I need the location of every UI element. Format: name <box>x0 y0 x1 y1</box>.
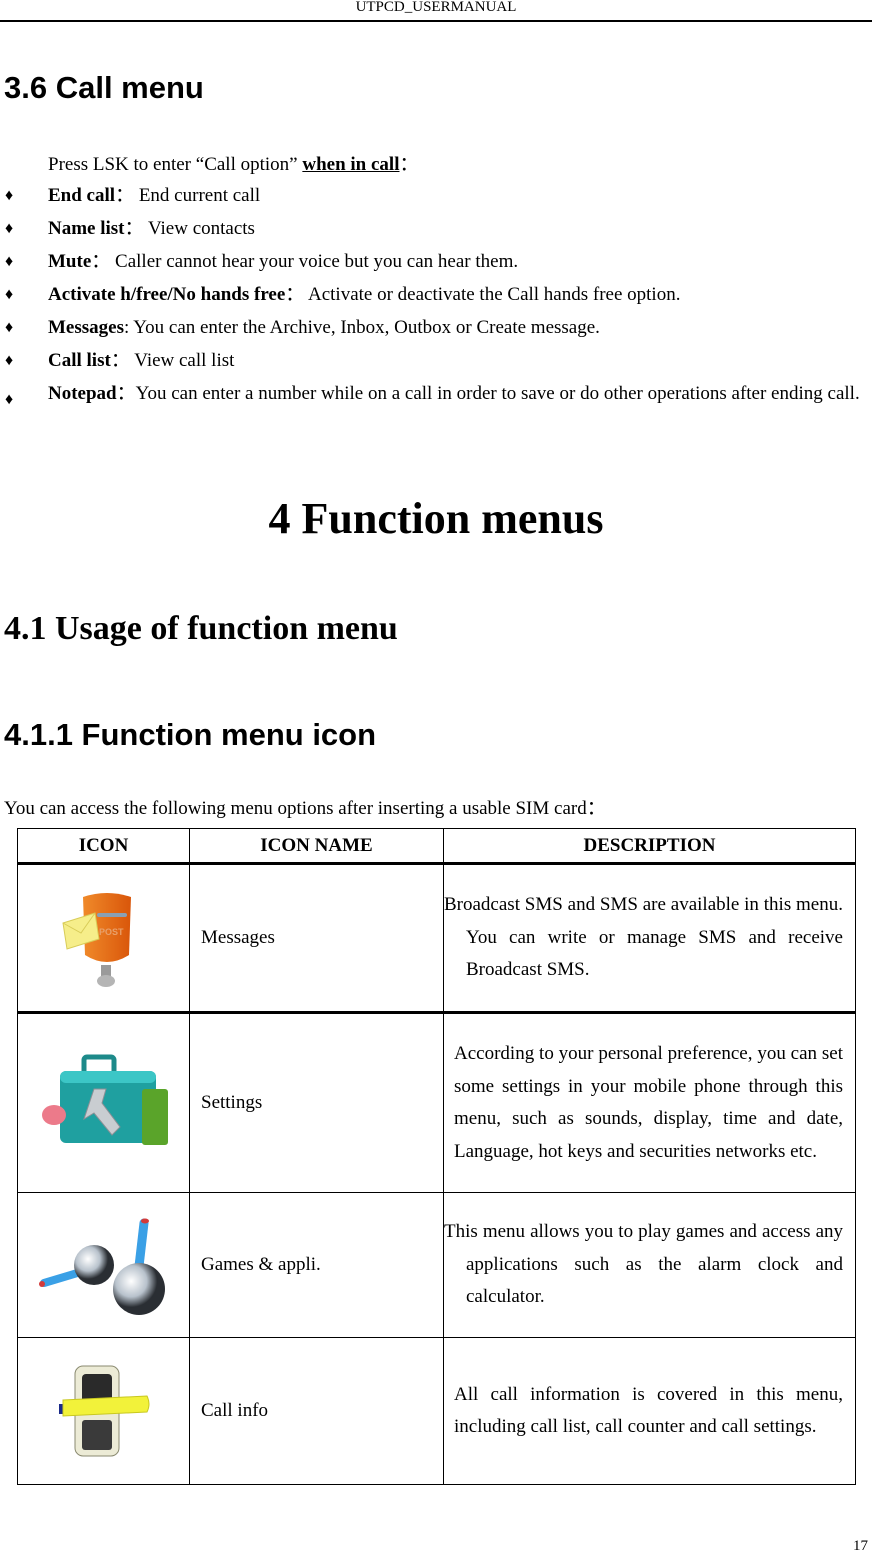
table-row: Call info All call information is covere… <box>17 1337 856 1485</box>
item-separator: ： <box>124 218 144 239</box>
item-separator: ： <box>110 350 130 371</box>
item-desc: View contacts <box>143 218 255 239</box>
chapter-heading-4: 4 Function menus <box>268 494 604 543</box>
description-cell: This menu allows you to play games and a… <box>443 1192 856 1338</box>
diamond-bullet-icon: ♦ <box>5 253 14 270</box>
mailbox-post-icon: POST <box>61 893 131 987</box>
description-cell: According to your personal preference, y… <box>443 1012 856 1193</box>
list-item: ♦ Notepad：You can enter a number while on… <box>0 377 872 443</box>
item-desc: View call list <box>129 350 235 371</box>
list-item: ♦ End call： End current call <box>0 185 872 218</box>
icon-name-cell: Settings <box>189 1012 444 1193</box>
item-term: End call <box>48 185 116 206</box>
item-desc: End current call <box>134 185 261 206</box>
table-row: POST Messages Broadcast SMS and SMS are … <box>17 863 856 1014</box>
list-item: ♦ Messages: You can enter the Archive, In… <box>0 317 872 350</box>
diamond-bullet-icon: ♦ <box>5 391 14 408</box>
intro-emphasis: when in call <box>302 154 400 175</box>
phone-tag-icon <box>58 1365 149 1456</box>
item-desc: You can enter a number while on a call i… <box>135 383 860 404</box>
item-desc: Caller cannot hear your voice but you ca… <box>110 251 519 272</box>
table-row: Settings According to your personal pref… <box>17 1012 856 1193</box>
list-item: ♦ Name list： View contacts <box>0 218 872 251</box>
icon-name-cell: Messages <box>189 863 444 1014</box>
joystick-icon <box>38 1218 165 1315</box>
toolbox-wrench-icon <box>41 1054 168 1145</box>
diamond-bullet-icon: ♦ <box>5 319 14 336</box>
intro-prefix: Press LSK to enter “Call option” <box>48 154 303 175</box>
column-header-icon-name: ICON NAME <box>189 828 444 865</box>
diamond-bullet-icon: ♦ <box>5 187 14 204</box>
column-header-icon: ICON <box>17 828 190 865</box>
item-term: Name list <box>48 218 125 239</box>
description-cell: All call information is covered in this … <box>443 1337 856 1485</box>
list-item: ♦ Activate h/free/No hands free： Activate… <box>0 284 872 317</box>
diamond-bullet-icon: ♦ <box>5 352 14 369</box>
item-separator: ： <box>116 383 136 404</box>
function-menu-table: ICON ICON NAME DESCRIPTION POST Messages <box>17 828 856 1485</box>
diamond-bullet-icon: ♦ <box>5 286 14 303</box>
diamond-bullet-icon: ♦ <box>5 220 14 237</box>
item-separator: ： <box>115 185 135 206</box>
call-menu-options-list: ♦ End call： End current call ♦ Name list： … <box>0 185 872 443</box>
item-term: Messages <box>48 317 124 338</box>
section-heading-3-6: 3.6 Call menu <box>4 70 204 105</box>
running-header: UTPCD_USERMANUAL <box>0 0 872 22</box>
item-term: Activate h/free/No hands free <box>48 284 286 305</box>
item-term: Notepad <box>48 383 117 404</box>
description-cell: Broadcast SMS and SMS are available in t… <box>443 863 856 1014</box>
icon-name-cell: Call info <box>189 1337 444 1485</box>
table-intro: You can access the following menu option… <box>4 798 606 819</box>
list-item: ♦ Mute： Caller cannot hear your voice but… <box>0 251 872 284</box>
item-separator: ： <box>285 284 305 305</box>
svg-text:POST: POST <box>99 927 124 937</box>
table-row: Games & appli. This menu allows you to p… <box>17 1192 856 1338</box>
item-desc: You can enter the Archive, Inbox, Outbox… <box>129 317 600 338</box>
icon-name-cell: Games & appli. <box>189 1192 444 1338</box>
item-term: Mute <box>48 251 92 272</box>
table-header-row: ICON ICON NAME DESCRIPTION <box>17 828 856 865</box>
page-number: 17 <box>853 1538 868 1554</box>
column-header-description: DESCRIPTION <box>443 828 856 865</box>
intro-suffix: ： <box>399 154 419 175</box>
section-heading-4-1: 4.1 Usage of function menu <box>4 610 398 647</box>
call-menu-intro: Press LSK to enter “Call option” when in… <box>48 154 419 176</box>
item-term: Call list <box>48 350 111 371</box>
item-separator: ： <box>91 251 111 272</box>
item-desc: Activate or deactivate the Call hands fr… <box>304 284 681 305</box>
section-heading-4-1-1: 4.1.1 Function menu icon <box>4 717 377 752</box>
